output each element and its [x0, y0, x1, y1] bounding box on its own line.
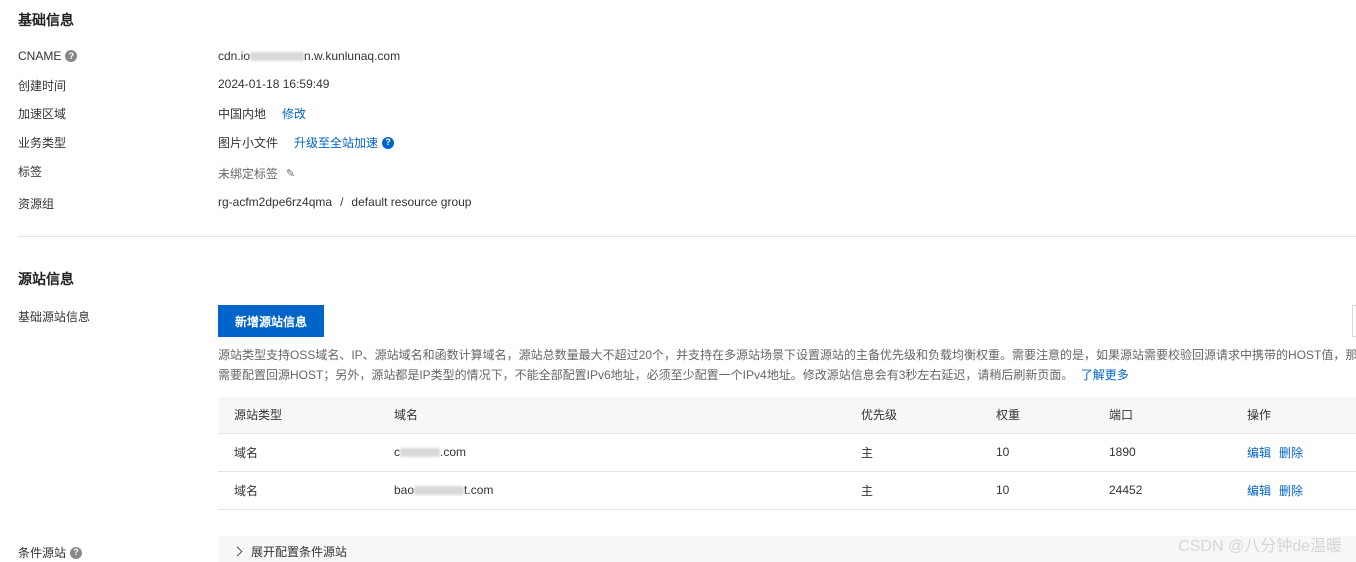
- edit-icon[interactable]: ✎: [286, 168, 298, 180]
- basic-origin-label: 基础源站信息: [18, 310, 91, 324]
- resource-group-label: 资源组: [18, 197, 55, 211]
- column-header: 优先级: [861, 397, 996, 434]
- learn-more-link[interactable]: 了解更多: [1081, 368, 1129, 382]
- resource-group-name: default resource group: [351, 195, 472, 209]
- watermark: CSDN @八分钟de温暖: [1178, 538, 1342, 555]
- tag-label: 标签: [18, 165, 43, 179]
- help-icon[interactable]: ?: [382, 136, 395, 149]
- edit-origin-link[interactable]: 编辑: [1247, 446, 1271, 460]
- resource-group-separator: /: [340, 195, 344, 209]
- actions-cell: 编辑 删除: [1247, 433, 1356, 472]
- upgrade-full-site-link[interactable]: 升级至全站加速: [294, 134, 378, 151]
- origin-type-cell: 域名: [218, 471, 394, 510]
- chevron-right-icon: [232, 546, 243, 556]
- weight-cell: 10: [996, 433, 1109, 472]
- origin-table: 源站类型 域名 优先级 权重 端口 操作 域名 c .com 主 10 1890 …: [218, 397, 1356, 510]
- tag-value: 未绑定标签: [218, 167, 279, 181]
- origin-info-title: 源站信息: [18, 271, 74, 287]
- port-cell: 24452: [1109, 471, 1247, 510]
- tag-row: 未绑定标签 ✎: [218, 165, 298, 182]
- section-divider: [18, 236, 1356, 237]
- domain-cell: bao t.com: [394, 471, 861, 510]
- column-header: 源站类型: [218, 397, 394, 434]
- created-time-value: 2024-01-18 16:59:49: [218, 77, 330, 91]
- modify-region-link[interactable]: 修改: [282, 105, 306, 122]
- panel-edge: [1352, 305, 1356, 337]
- column-header: 端口: [1109, 397, 1247, 434]
- table-row: 域名 bao t.com 主 10 24452 编辑 删除: [218, 471, 1356, 510]
- business-type-label: 业务类型: [18, 136, 67, 150]
- region-value-row: 中国内地 修改: [218, 105, 306, 122]
- domain-cell: c .com: [394, 433, 861, 472]
- business-type-value: 图片小文件: [218, 136, 279, 150]
- column-header: 域名: [394, 397, 861, 434]
- origin-description: 源站类型支持OSS域名、IP、源站域名和函数计算域名，源站总数量最大不超过20个…: [218, 348, 1356, 382]
- table-row: 域名 c .com 主 10 1890 编辑 删除: [218, 433, 1356, 472]
- port-cell: 1890: [1109, 433, 1247, 472]
- cname-value: cdn.io n.w.kunlunaq.com: [218, 49, 401, 63]
- cname-label: CNAME ?: [18, 49, 78, 63]
- add-origin-button[interactable]: 新增源站信息: [218, 305, 324, 337]
- origin-type-cell: 域名: [218, 433, 394, 472]
- weight-cell: 10: [996, 471, 1109, 510]
- priority-cell: 主: [861, 433, 996, 472]
- redacted-blur: [400, 448, 440, 458]
- conditional-origin-label: 条件源站 ?: [18, 544, 83, 561]
- basic-info-title: 基础信息: [18, 12, 74, 28]
- column-header: 操作: [1247, 397, 1356, 434]
- edit-origin-link[interactable]: 编辑: [1247, 484, 1271, 498]
- resource-group-id: rg-acfm2dpe6rz4qma: [218, 195, 333, 209]
- resource-group-row: rg-acfm2dpe6rz4qma / default resource gr…: [218, 195, 471, 209]
- region-value: 中国内地: [218, 107, 267, 121]
- created-time-label: 创建时间: [18, 79, 67, 93]
- business-type-row: 图片小文件 升级至全站加速 ?: [218, 134, 395, 151]
- help-icon[interactable]: ?: [70, 546, 83, 559]
- priority-cell: 主: [861, 471, 996, 510]
- table-header-row: 源站类型 域名 优先级 权重 端口 操作: [218, 397, 1356, 434]
- actions-cell: 编辑 删除: [1247, 471, 1356, 510]
- delete-origin-link[interactable]: 删除: [1279, 446, 1303, 460]
- region-label: 加速区域: [18, 107, 67, 121]
- redacted-blur: [250, 52, 305, 62]
- column-header: 权重: [996, 397, 1109, 434]
- delete-origin-link[interactable]: 删除: [1279, 484, 1303, 498]
- help-icon[interactable]: ?: [65, 50, 78, 62]
- redacted-blur: [414, 486, 465, 496]
